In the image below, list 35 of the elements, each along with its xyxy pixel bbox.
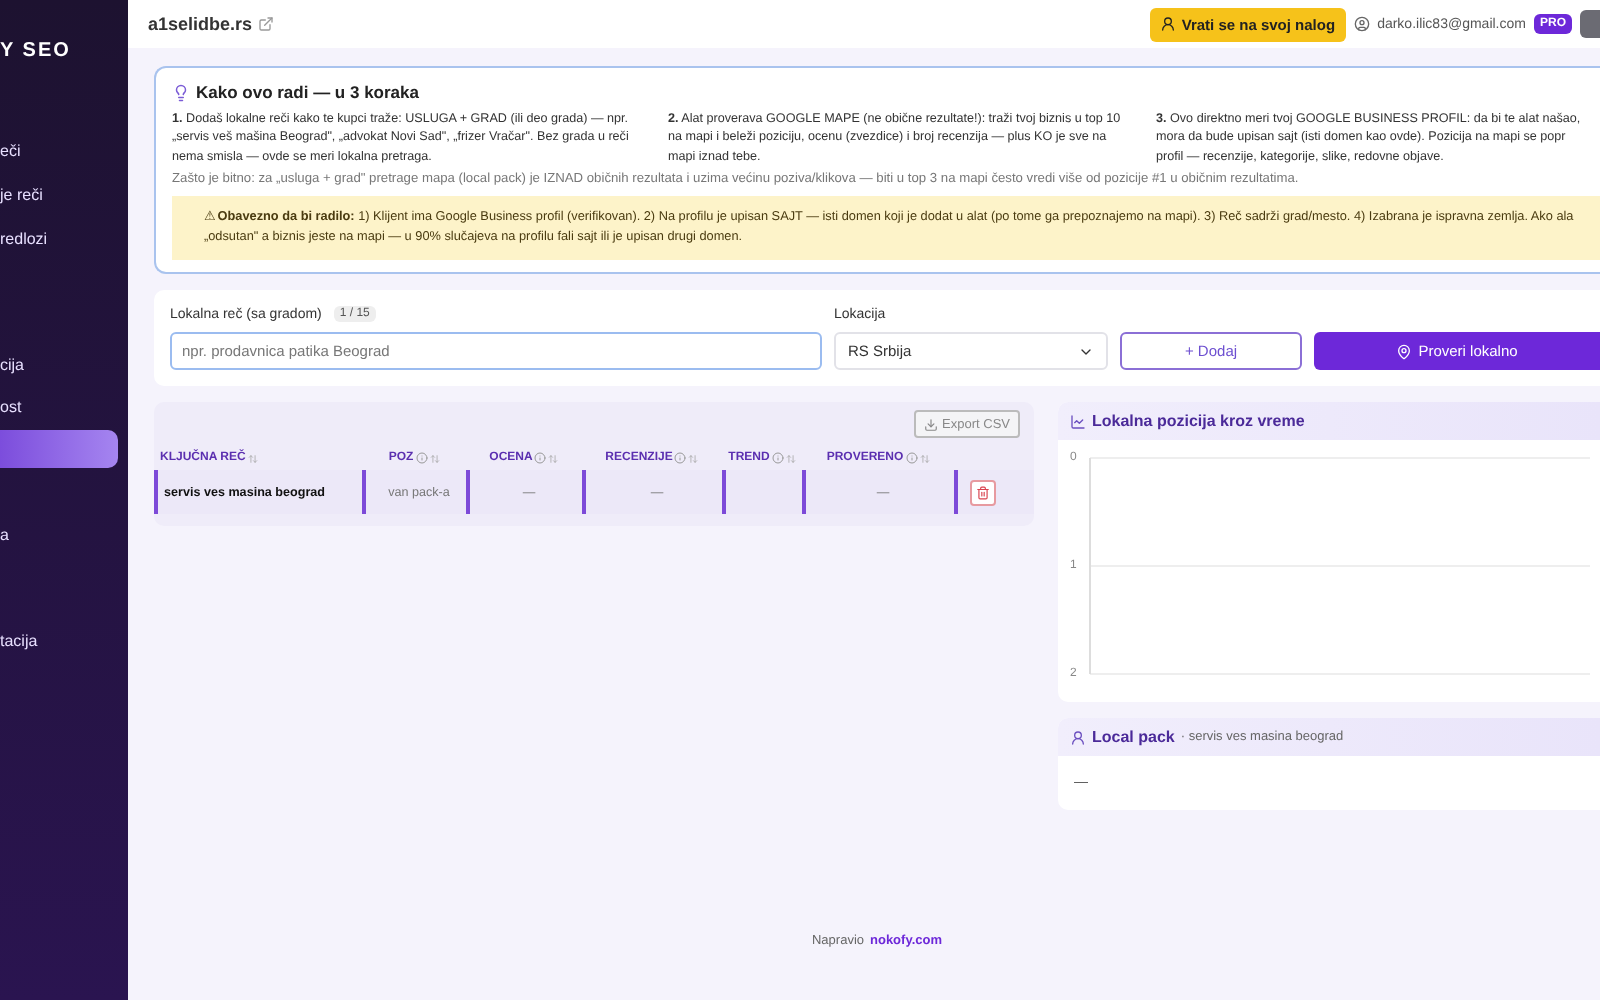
sort-icon[interactable] <box>429 453 440 464</box>
sort-icon[interactable] <box>919 453 930 464</box>
trash-icon <box>976 485 990 500</box>
info-title: Kako ovo radi — u 3 koraka <box>196 82 419 102</box>
download-icon <box>924 417 939 432</box>
info-icon <box>674 452 687 465</box>
person-icon <box>1159 16 1176 32</box>
sidebar-item[interactable]: eči <box>0 132 118 170</box>
sidebar-item[interactable]: cija <box>0 346 118 384</box>
pin-icon <box>1396 343 1413 360</box>
sidebar-item[interactable]: je reči <box>0 176 118 214</box>
delete-button[interactable] <box>970 479 996 506</box>
bulb-icon <box>172 83 190 101</box>
info-icon <box>905 452 918 465</box>
sidebar-item[interactable]: redlozi <box>0 220 118 258</box>
local-pack-title: Local pack <box>1092 728 1175 747</box>
site-name: a1selidbe.rs <box>148 14 253 34</box>
info-icon <box>415 452 428 465</box>
sidebar-item[interactable]: ost <box>0 388 118 426</box>
external-link-icon[interactable] <box>258 16 275 32</box>
chart-title: Lokalna pozicija kroz vreme <box>1092 412 1305 431</box>
sidebar-item[interactable]: tacija <box>0 622 118 660</box>
sort-icon[interactable] <box>688 453 699 464</box>
sidebar-item[interactable]: a <box>0 516 118 554</box>
table-cell <box>722 470 802 515</box>
person-icon <box>1070 729 1086 746</box>
brand-name: Y SEO <box>0 40 73 66</box>
sort-icon[interactable] <box>548 453 559 464</box>
user-icon <box>1353 16 1370 32</box>
chart-icon <box>1070 413 1086 430</box>
sidebar-item[interactable] <box>0 430 118 468</box>
info-icon <box>534 452 547 465</box>
info-icon <box>771 452 784 465</box>
sort-icon[interactable] <box>785 453 796 464</box>
sort-icon[interactable] <box>247 453 258 464</box>
